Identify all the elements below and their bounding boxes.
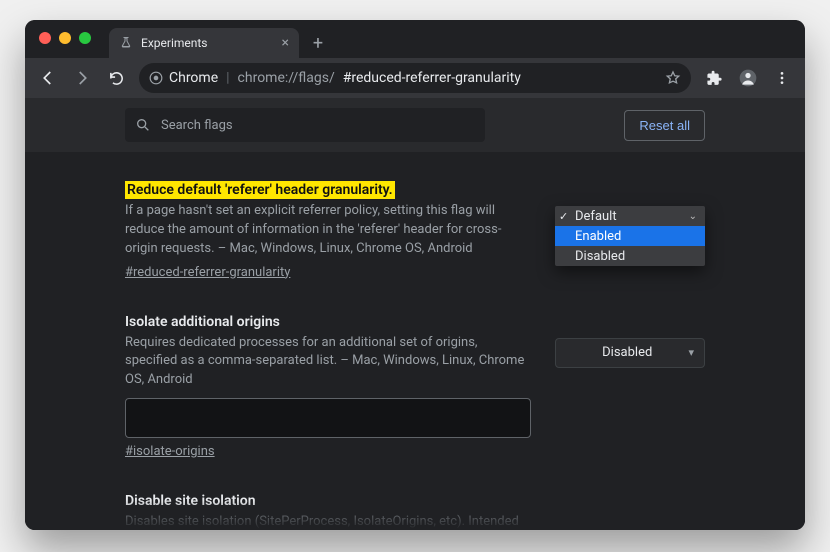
- address-bar[interactable]: Chrome | chrome://flags/ #reduced-referre…: [139, 63, 691, 93]
- site-chip[interactable]: Chrome: [149, 70, 218, 86]
- browser-window: Experiments × + Chrome | chrome://flags/…: [25, 20, 805, 530]
- flag-anchor-link[interactable]: #reduced-referrer-granularity: [125, 265, 290, 280]
- minimize-window-button[interactable]: [59, 32, 71, 44]
- profile-button[interactable]: [733, 63, 763, 93]
- maximize-window-button[interactable]: [79, 32, 91, 44]
- dropdown-option-default[interactable]: ✓ Default ⌄: [555, 206, 705, 226]
- flag-anchor-link[interactable]: #isolate-origins: [125, 444, 215, 459]
- dropdown-option-disabled[interactable]: Disabled: [555, 246, 705, 266]
- chevron-down-icon: ⌄: [689, 211, 697, 222]
- search-placeholder: Search flags: [161, 118, 233, 133]
- omnibox-separator: |: [226, 70, 229, 86]
- titlebar: Experiments × +: [25, 20, 805, 58]
- flag-select-dropdown[interactable]: ✓ Default ⌄ Enabled Disabled: [555, 206, 705, 266]
- flags-header: Search flags Reset all: [25, 98, 805, 152]
- toolbar: Chrome | chrome://flags/ #reduced-referre…: [25, 58, 805, 98]
- flag-text-input[interactable]: [125, 398, 531, 438]
- reload-button[interactable]: [101, 63, 131, 93]
- search-icon: [135, 117, 151, 133]
- traffic-lights: [25, 20, 103, 54]
- page-content: Search flags Reset all Reduce default 'r…: [25, 98, 805, 530]
- flag-item: Reduce default 'referer' header granular…: [125, 162, 705, 294]
- new-tab-button[interactable]: +: [305, 30, 331, 56]
- flags-list: Reduce default 'referer' header granular…: [25, 152, 805, 530]
- menu-button[interactable]: [767, 63, 797, 93]
- flag-description: Requires dedicated processes for an addi…: [125, 334, 531, 391]
- close-tab-icon[interactable]: ×: [282, 36, 289, 50]
- url-dim: chrome://flags/: [238, 70, 335, 86]
- flag-select[interactable]: Disabled ▾: [555, 338, 705, 368]
- url-bright: #reduced-referrer-granularity: [343, 70, 521, 86]
- search-flags-input[interactable]: Search flags: [125, 108, 485, 142]
- flask-icon: [119, 36, 133, 50]
- extensions-button[interactable]: [699, 63, 729, 93]
- flag-item: Isolate additional origins Requires dedi…: [125, 294, 705, 474]
- site-chip-label: Chrome: [169, 70, 218, 86]
- forward-button[interactable]: [67, 63, 97, 93]
- chrome-icon: [149, 71, 163, 85]
- dropdown-option-enabled[interactable]: Enabled: [555, 226, 705, 246]
- reset-all-button[interactable]: Reset all: [624, 110, 705, 141]
- flag-description: Disables site isolation (SitePerProcess,…: [125, 513, 531, 530]
- bookmark-star-icon[interactable]: [665, 70, 681, 86]
- tab-title: Experiments: [141, 36, 274, 50]
- check-icon: ✓: [559, 210, 568, 223]
- close-window-button[interactable]: [39, 32, 51, 44]
- flag-title: Isolate additional origins: [125, 314, 280, 330]
- back-button[interactable]: [33, 63, 63, 93]
- flag-item: Disable site isolation Disables site iso…: [125, 473, 705, 530]
- flag-title: Reduce default 'referer' header granular…: [125, 181, 395, 199]
- flag-description: If a page hasn't set an explicit referre…: [125, 202, 531, 259]
- flag-title: Disable site isolation: [125, 493, 256, 509]
- chevron-down-icon: ▾: [688, 346, 694, 359]
- browser-tab[interactable]: Experiments ×: [109, 28, 299, 58]
